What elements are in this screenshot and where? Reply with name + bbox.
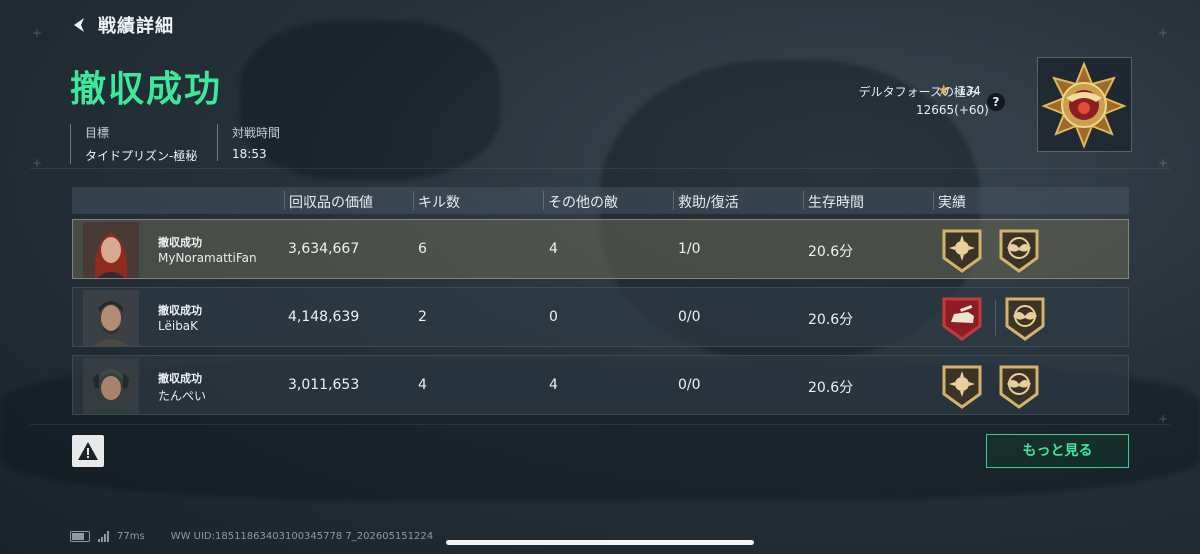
survival-time: 20.6分	[808, 312, 854, 328]
rank-level: 134	[958, 84, 981, 98]
footer-status: 77ms WW UID:18511863403100345778 7_20260…	[70, 531, 433, 542]
column-header-rescue: 救助/復活	[678, 195, 739, 211]
player-avatar	[83, 358, 139, 414]
player-avatar	[83, 222, 139, 278]
column-divider	[543, 191, 544, 210]
home-indicator[interactable]	[446, 540, 754, 545]
achievement-divider	[995, 300, 996, 336]
column-divider	[803, 191, 804, 210]
table-row[interactable]: 撤収成功 LëibaK 4,148,639 2 0 0/0 20.6分	[72, 287, 1129, 347]
avatar-portrait-icon	[83, 222, 139, 278]
match-time-label: 対戦時間	[232, 126, 281, 140]
gold-wings-emblem-icon[interactable]	[1003, 296, 1047, 342]
report-button[interactable]	[72, 435, 104, 467]
avatar-portrait-icon	[83, 358, 139, 414]
player-name: たんぺい	[158, 389, 207, 403]
ping-value: 77ms	[117, 531, 145, 542]
star-icon: ★	[937, 81, 951, 99]
column-header-other-enemies: その他の敵	[548, 195, 618, 211]
table-row[interactable]: 撤収成功 MyNoramattiFan 3,634,667 6 4 1/0 20…	[72, 219, 1129, 279]
kill-count: 4	[418, 377, 427, 393]
player-name: LëibaK	[158, 319, 199, 333]
other-enemies: 4	[549, 377, 558, 393]
rescue-revive: 0/0	[678, 309, 701, 325]
table-header: 回収品の価値 キル数 その他の敵 救助/復活 生存時間 実績	[72, 187, 1129, 214]
gold-wings-emblem-icon[interactable]	[997, 364, 1041, 410]
loot-value: 3,011,653	[288, 377, 360, 393]
gold-sun-emblem-icon[interactable]	[940, 228, 984, 274]
rank-medal[interactable]	[1037, 57, 1132, 152]
kill-count: 6	[418, 241, 427, 257]
extraction-result-title: 撤収成功	[70, 69, 223, 110]
rescue-revive: 0/0	[678, 377, 701, 393]
background-line	[30, 168, 1170, 169]
column-header-survival: 生存時間	[808, 195, 864, 211]
header: 戦績詳細	[70, 12, 174, 38]
corner-mark: +	[32, 26, 43, 40]
column-divider	[413, 191, 414, 210]
row-status: 撤収成功	[158, 236, 202, 249]
column-header-achievements: 実績	[938, 195, 966, 211]
table-row[interactable]: 撤収成功 たんぺい 3,011,653 4 4 0/0 20.6分	[72, 355, 1129, 415]
row-status: 撤収成功	[158, 372, 202, 385]
player-name: MyNoramattiFan	[158, 251, 257, 265]
other-enemies: 4	[549, 241, 558, 257]
warning-icon	[78, 442, 98, 460]
column-header-value: 回収品の価値	[289, 195, 373, 211]
rescue-revive: 1/0	[678, 241, 701, 257]
corner-mark: +	[1158, 26, 1169, 40]
target-info: 目標 タイドプリズン-極秘	[70, 124, 197, 164]
show-more-button[interactable]: もっと見る	[986, 434, 1129, 468]
background-line	[30, 424, 1170, 425]
kill-count: 2	[418, 309, 427, 325]
loot-value: 3,634,667	[288, 241, 360, 257]
column-divider	[673, 191, 674, 210]
gold-sun-emblem-icon[interactable]	[940, 364, 984, 410]
corner-mark: +	[1158, 156, 1169, 170]
survival-time: 20.6分	[808, 244, 854, 260]
match-time-info: 対戦時間 18:53	[217, 124, 280, 161]
corner-mark: +	[1158, 412, 1169, 426]
rank-medal-icon	[1041, 61, 1127, 149]
row-status: 撤収成功	[158, 304, 202, 317]
target-value: タイドプリズン-極秘	[85, 149, 198, 163]
other-enemies: 0	[549, 309, 558, 325]
column-header-kills: キル数	[418, 195, 460, 211]
signal-icon	[98, 531, 109, 542]
player-avatar	[83, 290, 139, 346]
back-arrow-icon[interactable]	[70, 16, 88, 34]
column-divider	[284, 191, 285, 210]
battery-icon	[70, 531, 90, 542]
survival-time: 20.6分	[808, 380, 854, 396]
column-divider	[933, 191, 934, 210]
rank-points: 12665(+60)	[916, 103, 989, 117]
avatar-portrait-icon	[83, 290, 139, 346]
match-time-value: 18:53	[232, 147, 267, 161]
loot-value: 4,148,639	[288, 309, 360, 325]
gold-wings-emblem-icon[interactable]	[997, 228, 1041, 274]
target-label: 目標	[85, 126, 110, 140]
corner-mark: +	[32, 156, 43, 170]
red-tank-emblem-icon[interactable]	[940, 296, 984, 342]
page-title: 戦績詳細	[98, 16, 174, 37]
help-icon[interactable]: ?	[987, 93, 1005, 111]
uid-text: WW UID:18511863403100345778 7_2026051512…	[170, 531, 434, 542]
